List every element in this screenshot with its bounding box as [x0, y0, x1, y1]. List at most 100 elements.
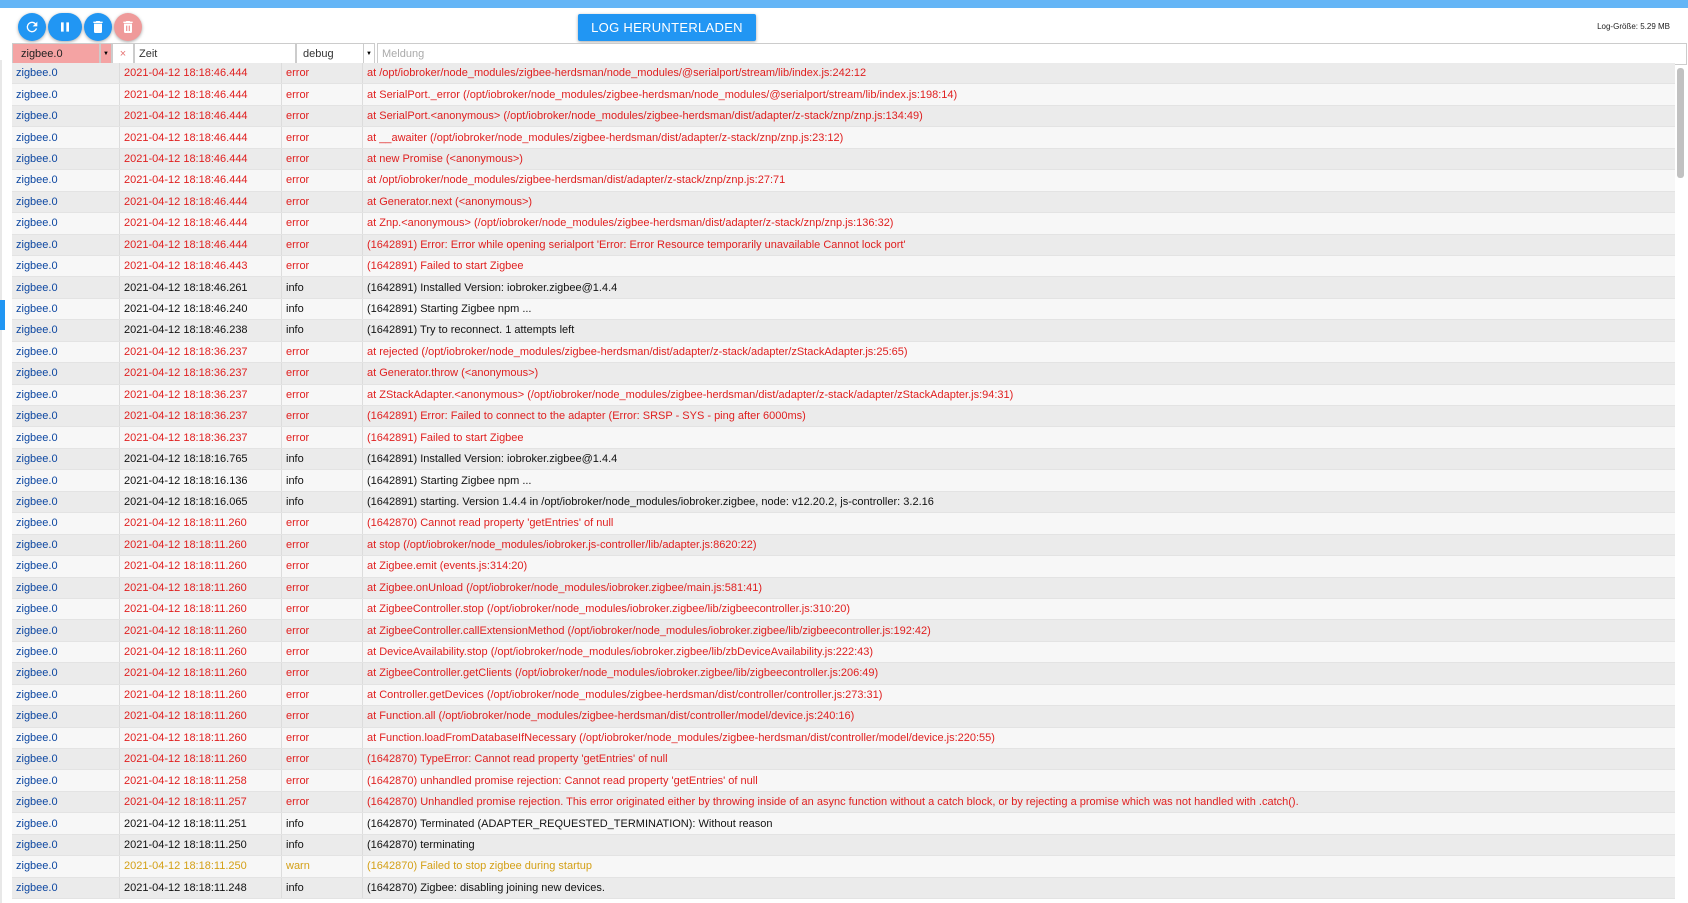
source-filter-select[interactable]: zigbee.0 [12, 43, 100, 65]
log-level: error [282, 170, 363, 191]
log-row: zigbee.0 2021-04-12 18:18:46.261 info (1642… [12, 277, 1675, 299]
log-time: 2021-04-12 18:18:46.444 [120, 234, 282, 255]
log-source: zigbee.0 [12, 320, 120, 341]
log-row: zigbee.0 2021-04-12 18:18:11.260 error at Z… [12, 598, 1675, 621]
log-level: error [282, 749, 363, 770]
log-level: error [282, 341, 363, 363]
log-level: info [282, 813, 363, 834]
refresh-button[interactable] [18, 13, 46, 41]
clear-source-filter-button[interactable]: × [112, 43, 134, 65]
clear-log-button[interactable] [114, 13, 142, 41]
log-row: zigbee.0 2021-04-12 18:18:46.444 error at S… [12, 105, 1675, 128]
log-table: zigbee.0 2021-04-12 18:18:46.444 error at /… [12, 63, 1675, 903]
log-time: 2021-04-12 18:18:11.257 [120, 791, 282, 813]
log-message: (1642891) starting. Version 1.4.4 in /op… [367, 495, 934, 508]
log-row: zigbee.0 2021-04-12 18:18:11.260 error at F… [12, 727, 1675, 749]
log-message: at Zigbee.emit (events.js:314:20) [367, 560, 528, 573]
log-level: error [282, 105, 363, 127]
log-scrollbar[interactable] [1677, 68, 1684, 903]
log-row: zigbee.0 2021-04-12 18:18:11.260 error at F… [12, 706, 1675, 728]
log-level: error [282, 255, 363, 277]
log-level: error [282, 598, 363, 620]
log-row: zigbee.0 2021-04-12 18:18:11.260 error at Z… [12, 556, 1675, 578]
trash-icon [93, 21, 103, 33]
log-time: 2021-04-12 18:18:11.260 [120, 727, 282, 748]
log-source: zigbee.0 [12, 598, 120, 620]
log-row: zigbee.0 2021-04-12 18:18:11.251 info (1642… [12, 813, 1675, 835]
log-message: at /opt/iobroker/node_modules/zigbee-her… [367, 67, 867, 80]
log-row: zigbee.0 2021-04-12 18:18:11.260 error (164… [12, 749, 1675, 771]
log-source: zigbee.0 [12, 234, 120, 255]
log-row: zigbee.0 2021-04-12 18:18:46.444 error at Z… [12, 213, 1675, 235]
log-time: 2021-04-12 18:18:11.260 [120, 749, 282, 770]
log-time: 2021-04-12 18:18:46.444 [120, 148, 282, 170]
log-source: zigbee.0 [12, 749, 120, 770]
log-level: error [282, 148, 363, 170]
log-level: error [282, 620, 363, 641]
left-edge [0, 60, 2, 903]
log-level: info [282, 448, 363, 470]
log-message: at Generator.next (<anonymous>) [367, 195, 533, 208]
log-time: 2021-04-12 18:18:11.250 [120, 834, 282, 856]
log-time: 2021-04-12 18:18:11.260 [120, 513, 282, 534]
log-source: zigbee.0 [12, 277, 120, 298]
log-message: (1642870) terminating [367, 838, 475, 851]
log-message: (1642891) Failed to start Zigbee [367, 431, 524, 444]
log-time: 2021-04-12 18:18:11.260 [120, 577, 282, 598]
log-row: zigbee.0 2021-04-12 18:18:36.237 error at G… [12, 363, 1675, 385]
log-source: zigbee.0 [12, 191, 120, 213]
left-scroll-marker [0, 300, 5, 330]
pause-button[interactable] [48, 13, 82, 41]
log-message: at Function.loadFromDatabaseIfNecessary … [367, 731, 995, 744]
log-time: 2021-04-12 18:18:46.444 [120, 84, 282, 105]
log-source: zigbee.0 [12, 641, 120, 663]
message-filter-input[interactable] [377, 43, 1687, 65]
log-level: error [282, 406, 363, 427]
log-message: at Znp.<anonymous> (/opt/iobroker/node_m… [367, 217, 894, 230]
log-source: zigbee.0 [12, 148, 120, 170]
log-time: 2021-04-12 18:18:46.443 [120, 255, 282, 277]
log-level: info [282, 277, 363, 298]
log-row: zigbee.0 2021-04-12 18:18:36.237 error at Z… [12, 384, 1675, 406]
scrollbar-thumb[interactable] [1677, 68, 1684, 178]
log-level: error [282, 191, 363, 213]
log-level: info [282, 834, 363, 856]
log-level: error [282, 706, 363, 727]
delete-log-button[interactable] [84, 13, 112, 41]
download-log-button[interactable]: LOG HERUNTERLADEN [578, 14, 756, 41]
log-source: zigbee.0 [12, 513, 120, 534]
filter-bar: zigbee.0 ▼ × Zeit debug ▼ [12, 43, 1687, 65]
log-row: zigbee.0 2021-04-12 18:18:11.260 error at Z… [12, 620, 1675, 642]
log-time: 2021-04-12 18:18:11.260 [120, 684, 282, 706]
log-row: zigbee.0 2021-04-12 18:18:11.258 error (164… [12, 770, 1675, 792]
log-message: at ZigbeeController.callExtensionMethod … [367, 624, 931, 637]
level-dropdown-arrow-icon[interactable]: ▼ [363, 43, 375, 65]
log-row: zigbee.0 2021-04-12 18:18:11.260 error at s… [12, 534, 1675, 557]
log-message: at ZStackAdapter.<anonymous> (/opt/iobro… [367, 388, 1014, 401]
log-message: (1642891) Starting Zigbee npm ... [367, 303, 532, 316]
log-level: error [282, 791, 363, 813]
log-source: zigbee.0 [12, 84, 120, 105]
source-dropdown-arrow-icon[interactable]: ▼ [100, 43, 112, 65]
log-time: 2021-04-12 18:18:11.258 [120, 770, 282, 791]
log-source: zigbee.0 [12, 577, 120, 598]
log-time: 2021-04-12 18:18:46.444 [120, 191, 282, 213]
log-source: zigbee.0 [12, 470, 120, 491]
log-source: zigbee.0 [12, 213, 120, 234]
log-level: error [282, 127, 363, 148]
log-message: (1642870) TypeError: Cannot read propert… [367, 753, 668, 766]
log-time: 2021-04-12 18:18:46.240 [120, 298, 282, 320]
log-time: 2021-04-12 18:18:11.260 [120, 556, 282, 577]
log-source: zigbee.0 [12, 684, 120, 706]
log-row: zigbee.0 2021-04-12 18:18:46.444 error at _… [12, 127, 1675, 149]
log-level: error [282, 513, 363, 534]
log-level: error [282, 684, 363, 706]
log-level: error [282, 577, 363, 598]
log-message: at DeviceAvailability.stop (/opt/iobroke… [367, 646, 874, 659]
level-filter-select[interactable]: debug [296, 43, 365, 65]
log-time: 2021-04-12 18:18:46.444 [120, 127, 282, 148]
log-row: zigbee.0 2021-04-12 18:18:46.444 error (164… [12, 234, 1675, 256]
log-source: zigbee.0 [12, 791, 120, 813]
log-message: (1642870) Unhandled promise rejection. T… [367, 796, 1299, 809]
log-row: zigbee.0 2021-04-12 18:18:11.260 error at C… [12, 684, 1675, 707]
